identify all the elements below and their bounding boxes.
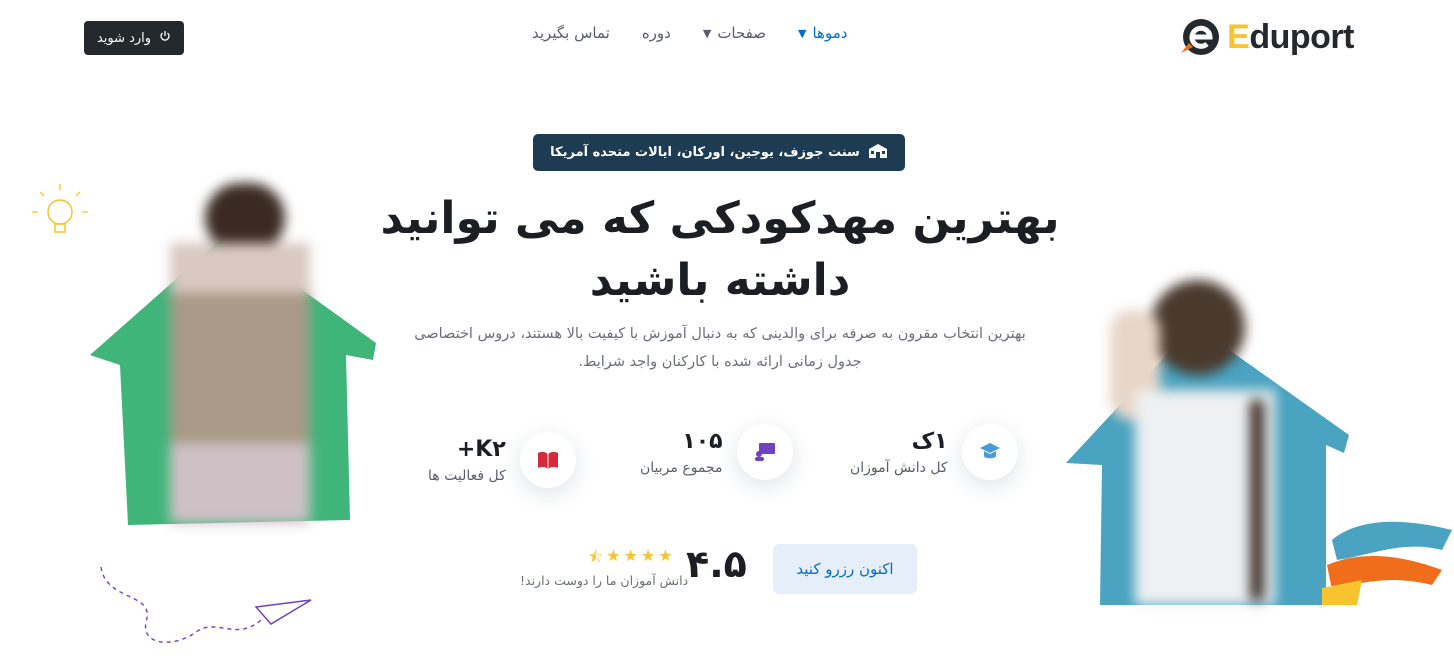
site-header: Eduport دموها ▼ صفحات ▼ دوره تماس بگیرید… — [0, 0, 1454, 76]
brand-name: Eduport — [1227, 17, 1354, 56]
stat-value: ۱۰۵ — [682, 428, 723, 454]
login-button[interactable]: وارد شوید — [84, 21, 184, 55]
star-icon: ★ — [658, 546, 673, 565]
location-badge: سنت جوزف، یوجین، اورکان، ایالات متحده آم… — [533, 134, 905, 171]
graduate-icon — [961, 424, 1018, 480]
nav-item-label: تماس بگیرید — [532, 24, 610, 42]
star-half-icon: ⯪ — [588, 547, 604, 566]
teacher-board-icon — [736, 424, 793, 480]
nav-item-course[interactable]: دوره — [642, 24, 671, 42]
nav-item-pages[interactable]: صفحات ▼ — [703, 24, 766, 42]
stat-value: K۲+ — [456, 436, 506, 462]
stat-teachers: ۱۰۵ مجموع مربیان — [640, 424, 793, 480]
nav-item-label: صفحات — [717, 24, 767, 42]
student-photo-right — [1100, 280, 1295, 605]
school-building-icon — [868, 143, 888, 163]
stat-value: ۱ک — [911, 428, 948, 454]
login-button-label: وارد شوید — [96, 30, 152, 46]
brand-logo-icon — [1179, 17, 1221, 57]
power-icon — [159, 30, 171, 46]
lightbulb-icon — [30, 182, 90, 246]
star-icon: ★ — [623, 546, 638, 565]
nav-item-contact[interactable]: تماس بگیرید — [532, 24, 610, 42]
paint-splash-decoration — [1322, 510, 1454, 609]
paper-plane-icon — [96, 562, 316, 661]
hero-subtitle: بهترین انتخاب مقرون به صرفه برای والدینی… — [414, 326, 1026, 370]
star-icon: ★ — [606, 546, 621, 565]
hero-title: بهترین مهدکودکی که می توانید داشته باشید — [380, 193, 1060, 306]
rating-caption: دانش آموزان ما را دوست دارند! — [520, 573, 689, 588]
star-icon: ★ — [640, 546, 656, 565]
rating-stars: ⯪ ★ ★ ★ ★ — [588, 546, 673, 573]
stat-activities: K۲+ کل فعالیت ها — [428, 432, 576, 488]
nav-item-label: دوره — [641, 24, 671, 42]
rating-value: ۴.۵ — [686, 542, 747, 586]
stat-students: ۱ک کل دانش آموزان — [850, 424, 1018, 480]
nav-item-label: دموها — [812, 24, 848, 42]
student-photo-left — [150, 183, 330, 528]
chevron-down-icon: ▼ — [702, 26, 712, 40]
location-text: سنت جوزف، یوجین، اورکان، ایالات متحده آم… — [550, 145, 860, 160]
brand-logo[interactable]: Eduport — [1179, 17, 1354, 57]
nav-item-demos[interactable]: دموها ▼ — [798, 24, 847, 42]
stat-label: کل فعالیت ها — [428, 467, 506, 484]
chevron-down-icon: ▼ — [798, 26, 807, 40]
open-book-icon — [519, 432, 576, 488]
stat-label: مجموع مربیان — [640, 459, 723, 476]
stat-label: کل دانش آموزان — [850, 459, 948, 476]
book-now-button[interactable]: اکنون رزرو کنید — [773, 544, 917, 594]
main-nav: دموها ▼ صفحات ▼ دوره تماس بگیرید — [532, 24, 847, 42]
